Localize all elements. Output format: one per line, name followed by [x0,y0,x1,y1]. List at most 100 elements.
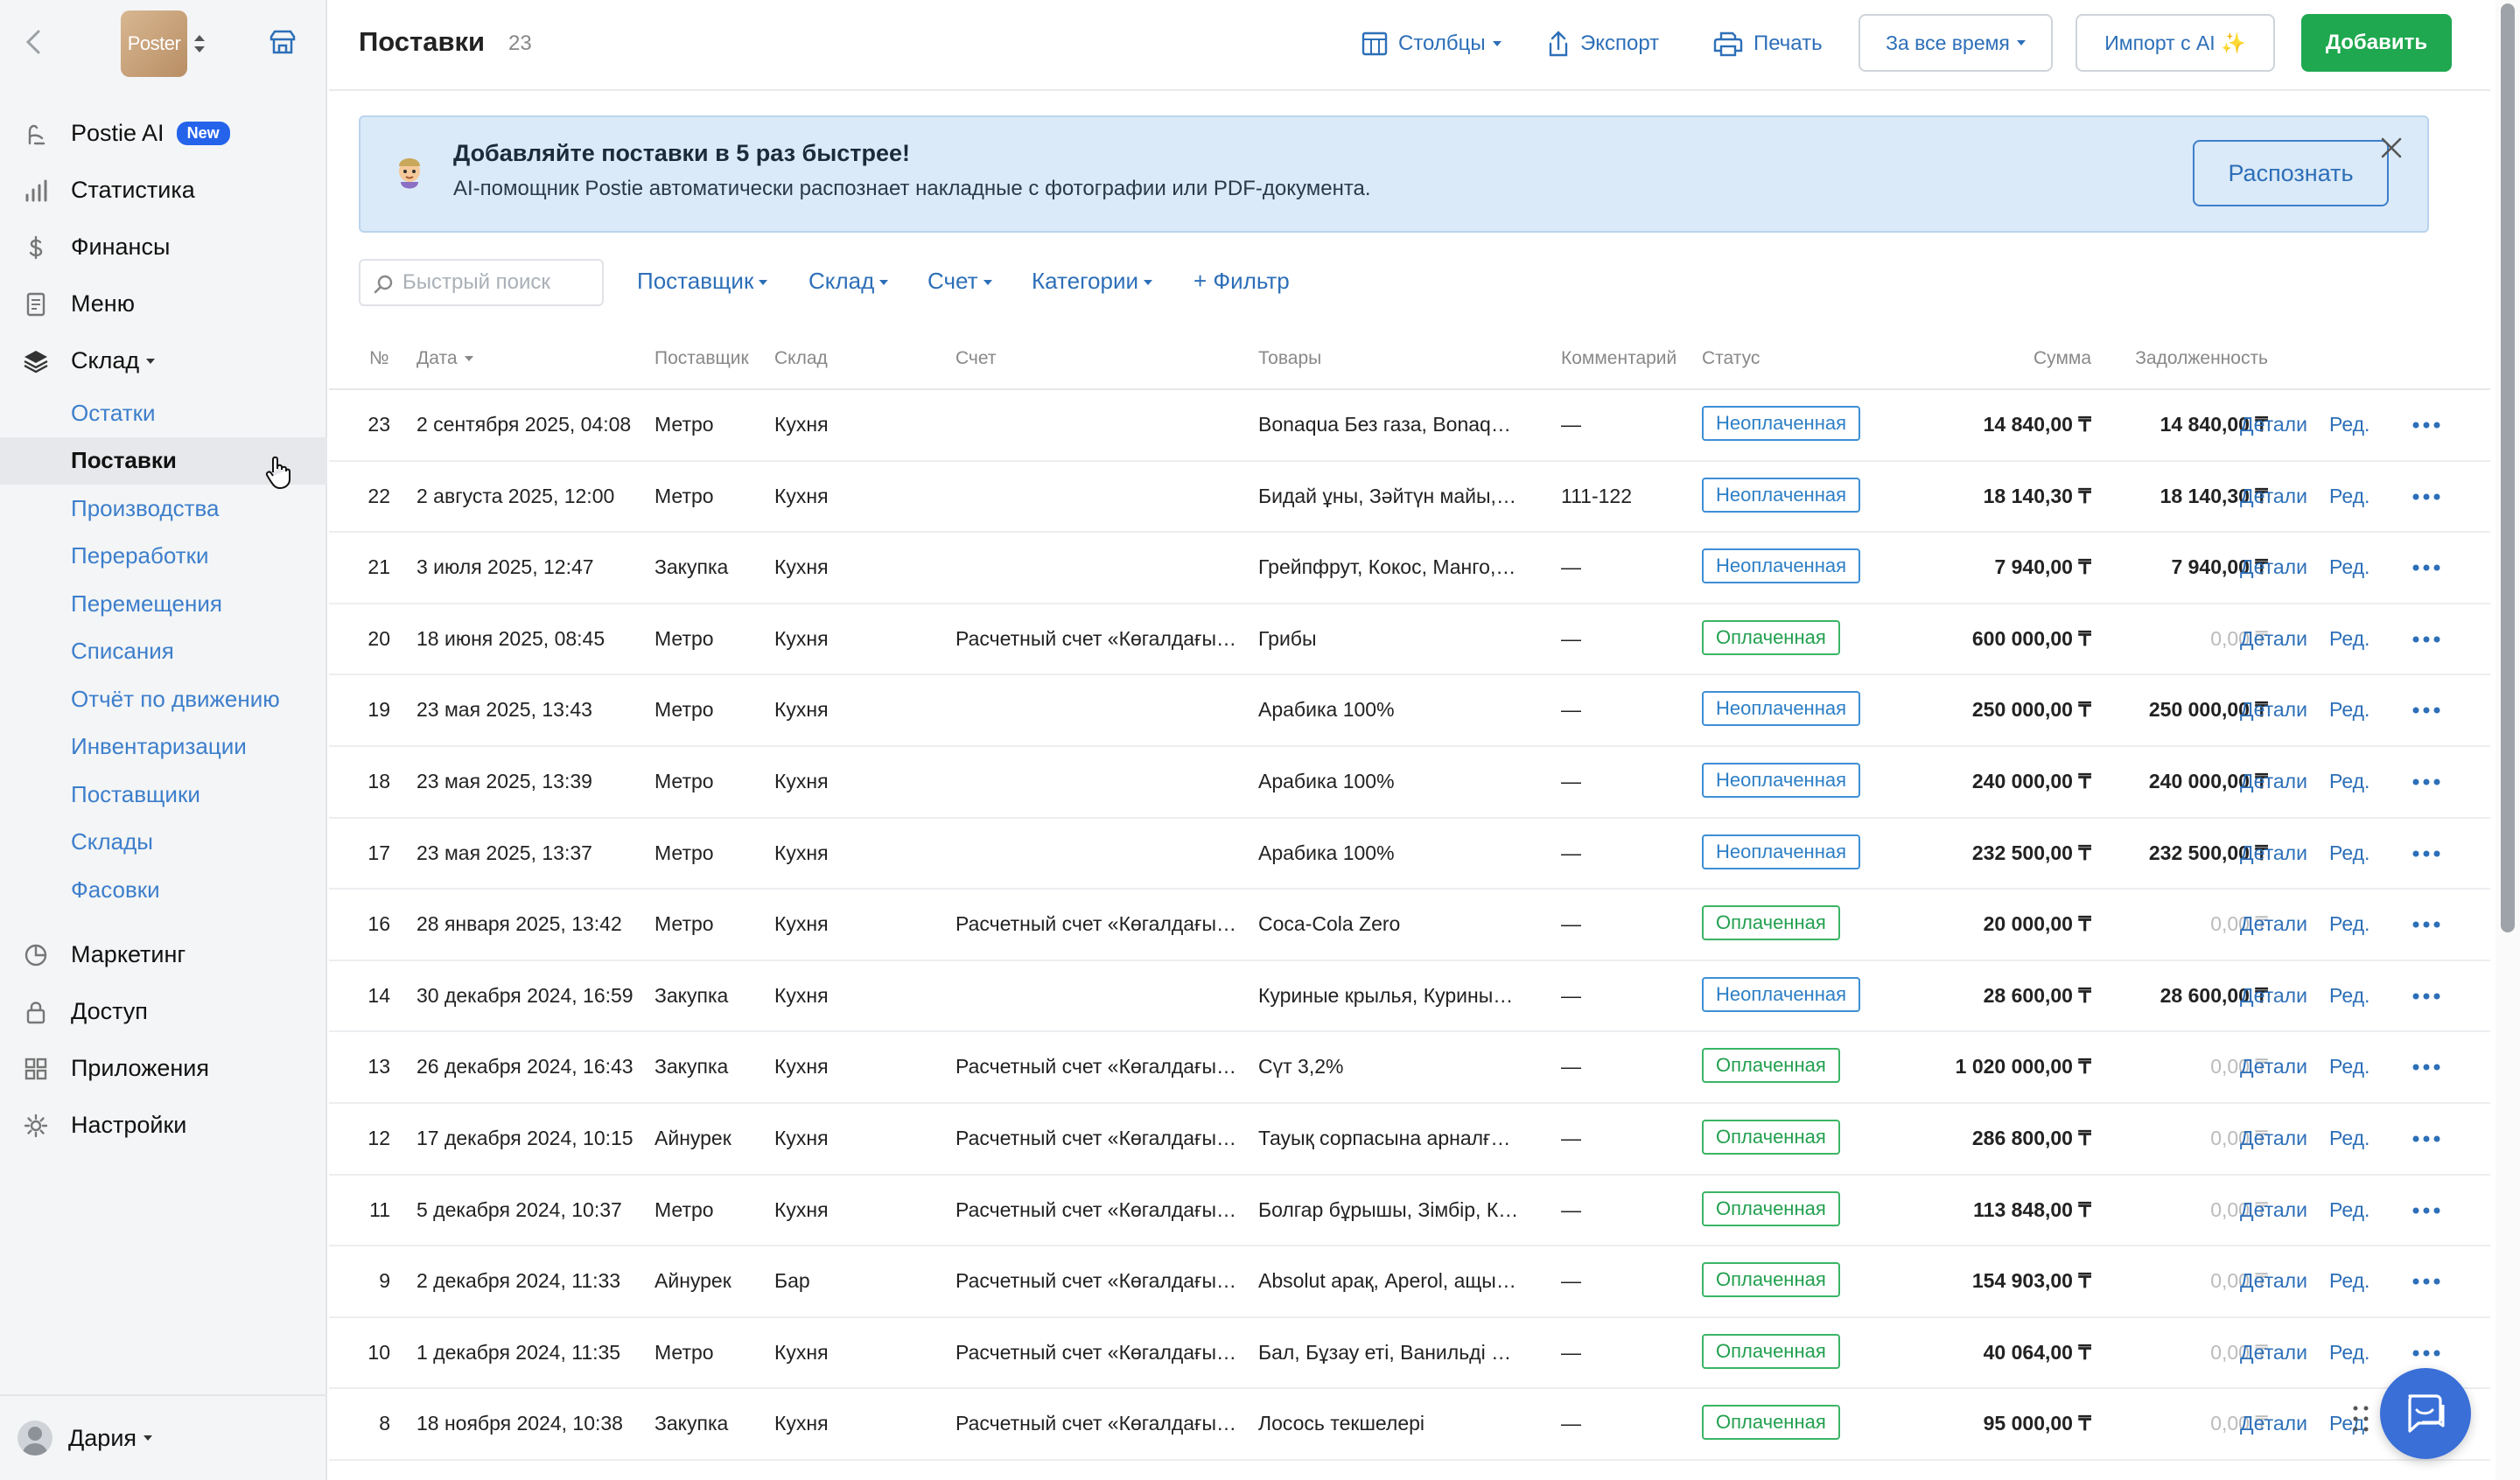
details-link[interactable]: Детали [2240,1127,2307,1150]
details-link[interactable]: Детали [2240,1055,2307,1079]
subnav-item-processing[interactable]: Переработки [0,533,327,581]
table-row[interactable]: 18 23 мая 2025, 13:39 Метро Кухня Арабика 10… [329,747,2490,819]
edit-link[interactable]: Ред. [2329,770,2370,793]
details-link[interactable]: Детали [2240,841,2307,865]
subnav-item-transfers[interactable]: Перемещения [0,580,327,628]
edit-link[interactable]: Ред. [2329,984,2370,1008]
details-link[interactable]: Детали [2240,555,2307,579]
account-logo[interactable]: Poster [121,10,187,77]
edit-link[interactable]: Ред. [2329,485,2370,508]
table-row[interactable]: 17 23 мая 2025, 13:37 Метро Кухня Арабика 10… [329,819,2490,890]
export-button[interactable]: Экспорт [1547,24,1659,63]
subnav-item-inventory[interactable]: Инвентаризации [0,723,327,771]
period-dropdown[interactable]: За все время [1858,14,2053,72]
nav-item-apps[interactable]: Приложения [0,1040,327,1097]
nav-item-statistics[interactable]: Статистика [0,162,327,219]
print-button[interactable]: Печать [1713,24,1823,63]
edit-link[interactable]: Ред. [2329,912,2370,936]
filter-account[interactable]: Счет [928,268,992,295]
nav-item-marketing[interactable]: Маркетинг [0,926,327,983]
filter-supplier[interactable]: Поставщик [637,268,768,295]
support-chat-button[interactable] [2380,1368,2471,1459]
more-actions-icon[interactable] [2412,416,2441,434]
subnav-item-suppliers[interactable]: Поставщики [0,771,327,819]
subnav-item-writeoffs[interactable]: Списания [0,628,327,676]
details-link[interactable]: Детали [2240,912,2307,936]
table-row[interactable]: 20 18 июня 2025, 08:45 Метро Кухня Расчетный… [329,604,2490,676]
details-link[interactable]: Детали [2240,1341,2307,1365]
add-filter-button[interactable]: + Фильтр [1194,268,1290,295]
scrollbar-thumb[interactable] [2501,3,2515,932]
more-actions-icon[interactable] [2412,702,2441,719]
subnav-item-production[interactable]: Производства [0,485,327,533]
nav-item-settings[interactable]: Настройки [0,1097,327,1154]
more-actions-icon[interactable] [2412,559,2441,576]
table-row[interactable]: 22 2 августа 2025, 12:00 Метро Кухня Бидай ұ… [329,462,2490,534]
nav-item-access[interactable]: Доступ [0,983,327,1040]
edit-link[interactable]: Ред. [2329,1198,2370,1222]
details-link[interactable]: Детали [2240,413,2307,436]
filter-categories[interactable]: Категории [1032,268,1152,295]
more-actions-icon[interactable] [2412,488,2441,506]
details-link[interactable]: Детали [2240,1412,2307,1435]
table-row[interactable]: 9 2 декабря 2024, 11:33 Айнурек Бар Расчетны… [329,1246,2490,1318]
nav-item-postie-ai[interactable]: Postie AI New [0,105,327,162]
details-link[interactable]: Детали [2240,1269,2307,1293]
more-actions-icon[interactable] [2412,845,2441,862]
details-link[interactable]: Детали [2240,485,2307,508]
details-link[interactable]: Детали [2240,698,2307,722]
more-actions-icon[interactable] [2412,1344,2441,1362]
edit-link[interactable]: Ред. [2329,1127,2370,1150]
subnav-item-warehouses[interactable]: Склады [0,819,327,867]
more-actions-icon[interactable] [2412,773,2441,791]
quick-search-input[interactable]: Быстрый поиск [359,259,604,306]
edit-link[interactable]: Ред. [2329,1269,2370,1293]
more-actions-icon[interactable] [2412,1130,2441,1148]
edit-link[interactable]: Ред. [2329,841,2370,865]
recognize-button[interactable]: Распознать [2193,140,2389,206]
scrollbar[interactable] [2496,0,2520,1480]
table-row[interactable]: 23 2 сентября 2025, 04:08 Метро Кухня Bonaqu… [329,390,2490,462]
nav-item-warehouse[interactable]: Склад [0,332,327,389]
table-row[interactable]: 14 30 декабря 2024, 16:59 Закупка Кухня Кури… [329,961,2490,1033]
table-row[interactable]: 11 5 декабря 2024, 10:37 Метро Кухня Расчетн… [329,1176,2490,1247]
more-actions-icon[interactable] [2412,988,2441,1005]
more-actions-icon[interactable] [2412,1202,2441,1219]
table-row[interactable]: 21 3 июля 2025, 12:47 Закупка Кухня Грейпфру… [329,533,2490,604]
table-row[interactable]: 12 17 декабря 2024, 10:15 Айнурек Кухня Расч… [329,1104,2490,1176]
details-link[interactable]: Детали [2240,984,2307,1008]
more-actions-icon[interactable] [2412,916,2441,933]
storefront-icon[interactable] [268,28,298,58]
edit-link[interactable]: Ред. [2329,1341,2370,1365]
filter-warehouse[interactable]: Склад [808,268,889,295]
edit-link[interactable]: Ред. [2329,1055,2370,1079]
more-actions-icon[interactable] [2412,1058,2441,1076]
subnav-item-packaging[interactable]: Фасовки [0,866,327,914]
edit-link[interactable]: Ред. [2329,413,2370,436]
details-link[interactable]: Детали [2240,627,2307,651]
table-row[interactable]: 13 26 декабря 2024, 16:43 Закупка Кухня Расч… [329,1032,2490,1104]
add-button[interactable]: Добавить [2301,14,2452,72]
nav-item-finance[interactable]: Финансы [0,219,327,276]
import-ai-button[interactable]: Импорт с AI ✨ [2076,14,2275,72]
close-icon[interactable] [2378,135,2404,161]
more-actions-icon[interactable] [2412,1273,2441,1290]
edit-link[interactable]: Ред. [2329,627,2370,651]
edit-link[interactable]: Ред. [2329,698,2370,722]
table-row[interactable]: 19 23 мая 2025, 13:43 Метро Кухня Арабика 10… [329,675,2490,747]
columns-button[interactable]: Столбцы [1362,24,1502,63]
drag-handle-icon[interactable] [2350,1403,2371,1435]
details-link[interactable]: Детали [2240,770,2307,793]
subnav-item-movement-report[interactable]: Отчёт по движению [0,675,327,723]
details-link[interactable]: Детали [2240,1198,2307,1222]
col-date[interactable]: Дата [416,348,473,369]
more-actions-icon[interactable] [2412,631,2441,648]
subnav-item-stock[interactable]: Остатки [0,389,327,437]
nav-item-menu[interactable]: Меню [0,276,327,332]
back-arrow-icon[interactable] [23,26,44,58]
table-row[interactable]: 10 1 декабря 2024, 11:35 Метро Кухня Расчетн… [329,1318,2490,1390]
table-row[interactable]: 8 18 ноября 2024, 10:38 Закупка Кухня Расчет… [329,1389,2490,1461]
edit-link[interactable]: Ред. [2329,555,2370,579]
table-row[interactable]: 16 28 января 2025, 13:42 Метро Кухня Расчетн… [329,890,2490,961]
user-menu[interactable]: Дария [0,1394,327,1480]
